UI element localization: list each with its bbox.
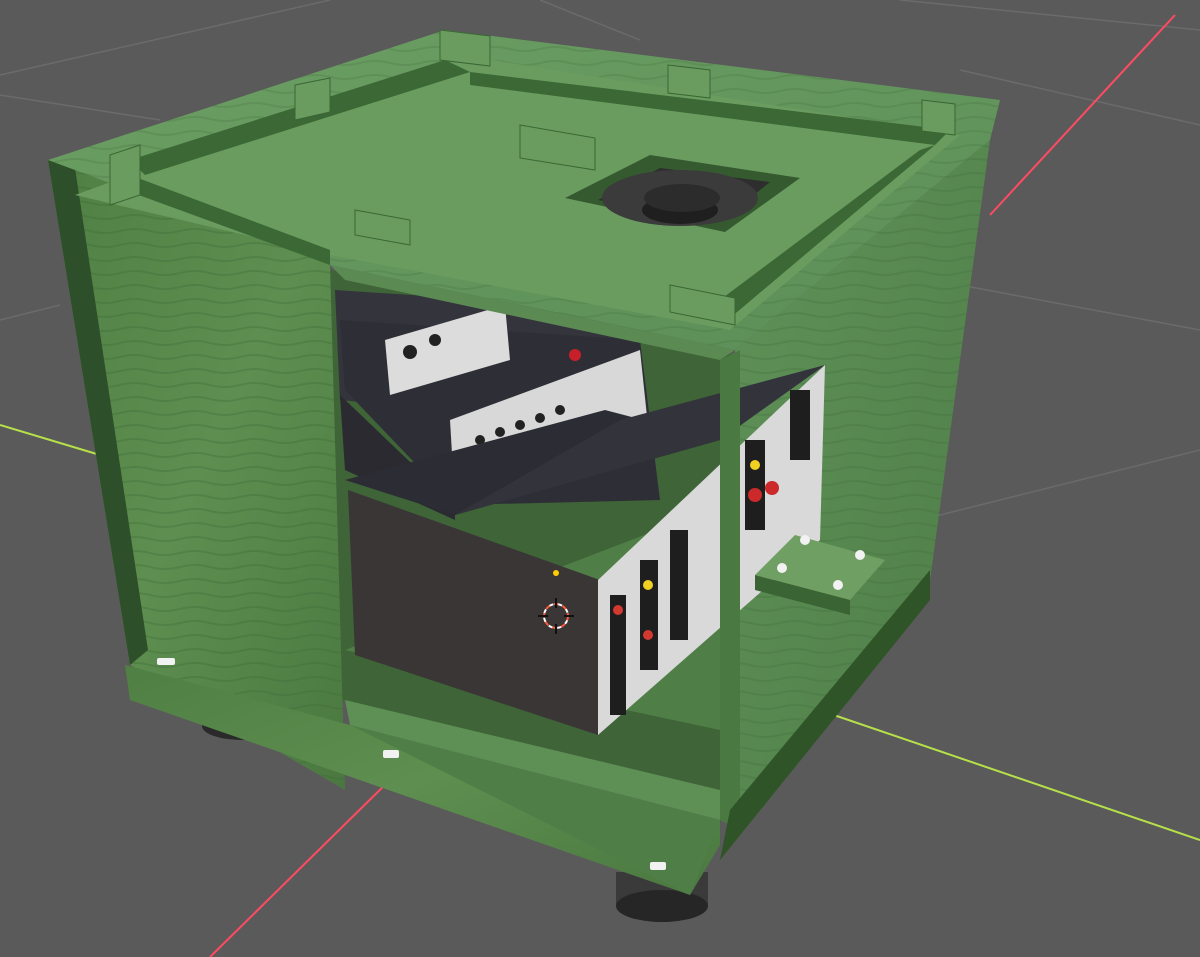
3d-viewport[interactable] xyxy=(0,0,1200,957)
x-axis-line-lower xyxy=(209,774,396,957)
x-axis-line xyxy=(989,14,1176,216)
origin-dot-icon xyxy=(553,570,559,576)
y-axis-line-right xyxy=(824,711,1200,841)
y-axis-line xyxy=(0,424,101,456)
